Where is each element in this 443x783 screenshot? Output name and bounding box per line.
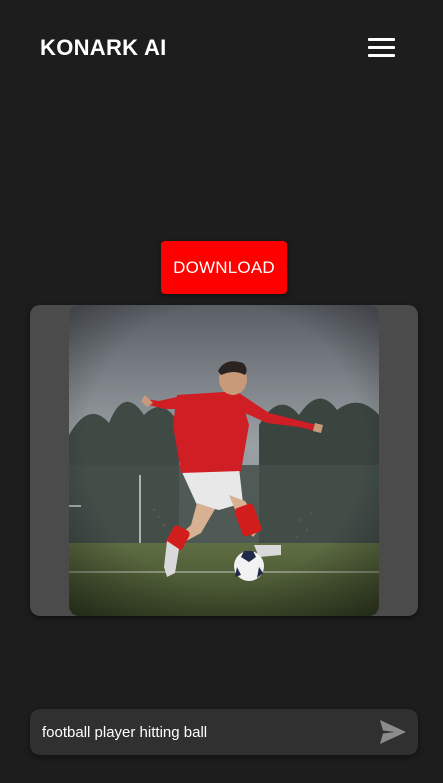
send-arrow-icon[interactable] [378, 718, 408, 746]
prompt-bar [30, 709, 418, 755]
prompt-input[interactable] [30, 709, 360, 755]
app-title: KONARK AI [40, 35, 167, 60]
app-header: KONARK AI [0, 0, 443, 96]
download-button[interactable]: DOWNLOAD [161, 241, 287, 294]
hamburger-menu-icon[interactable] [362, 34, 402, 62]
generated-image [69, 305, 379, 616]
app-screen: KONARK AI DOWNLOAD [0, 0, 443, 783]
image-result-frame [30, 305, 418, 616]
